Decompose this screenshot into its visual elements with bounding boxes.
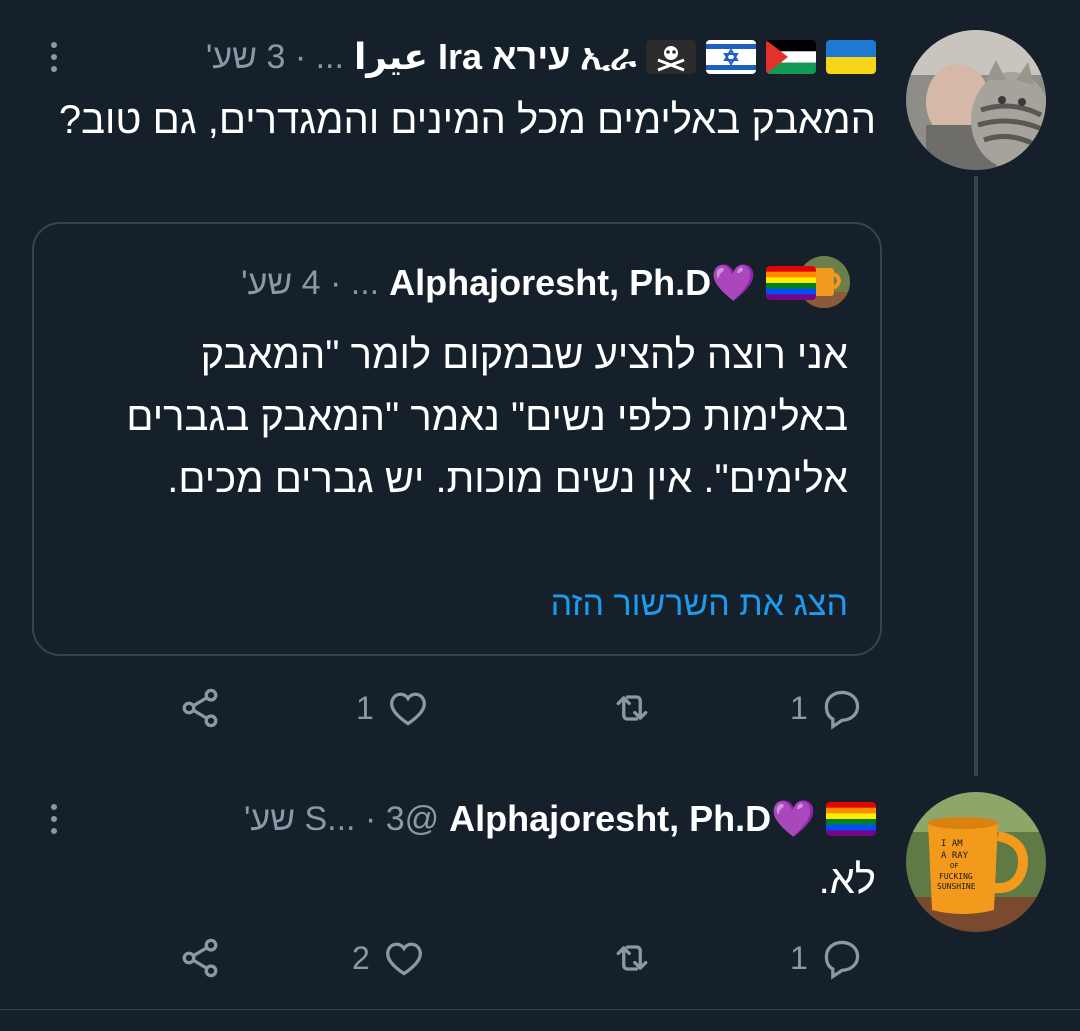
- reply-count: 1: [790, 689, 808, 726]
- svg-text:SUNSHINE: SUNSHINE: [937, 882, 976, 891]
- like-button[interactable]: 2: [352, 928, 426, 988]
- share-button[interactable]: [178, 678, 222, 738]
- retweet-button[interactable]: [610, 928, 666, 988]
- rainbow-flag-icon: [826, 802, 876, 836]
- share-button[interactable]: [178, 928, 222, 988]
- retweet-icon: [616, 945, 648, 971]
- tweet-timestamp[interactable]: @S... · 3 שע': [244, 800, 439, 839]
- quoted-tweet[interactable]: Alphajoresht, Ph.D💜 ... · 4 שע' אני רוצה…: [32, 222, 882, 656]
- share-icon: [182, 688, 218, 728]
- reply-icon: [824, 940, 860, 980]
- show-thread-link[interactable]: הצג את השרשור הזה: [68, 576, 848, 632]
- quoted-header: Alphajoresht, Ph.D💜 ... · 4 שע': [241, 258, 816, 308]
- palestine-flag-icon: [766, 40, 816, 74]
- retweet-icon: [616, 695, 648, 721]
- tweet-actions: 1 1: [0, 678, 1080, 738]
- reply-button[interactable]: 1: [790, 928, 864, 988]
- tweet[interactable]: عيرا Ira עירא ኢራ ... · 3 שע' המאבק באלימ…: [0, 0, 1080, 776]
- more-options-icon[interactable]: [44, 794, 64, 844]
- tweet-text: המאבק באלימים מכל המינים והמגדרים, גם טו…: [58, 98, 876, 142]
- quoted-text: אני רוצה להציע שבמקום לומר "המאבק באלימו…: [126, 333, 848, 501]
- avatar-photo-icon: [906, 30, 1046, 170]
- tweet-header: عيرا Ira עירא ኢራ ... · 3 שע': [206, 32, 876, 82]
- svg-text:A RAY: A RAY: [941, 851, 969, 861]
- avatar[interactable]: I AM A RAY OF FUCKING SUNSHINE: [906, 792, 1046, 932]
- tweet-text: לא.: [818, 858, 876, 902]
- mug-text: I AM: [941, 839, 963, 849]
- mug-photo-icon: I AM A RAY OF FUCKING SUNSHINE: [906, 792, 1046, 932]
- like-count: 1: [356, 689, 374, 726]
- heart-icon: [389, 692, 426, 726]
- heart-icon: [385, 942, 422, 976]
- svg-text:OF: OF: [950, 862, 958, 870]
- quoted-author-name[interactable]: Alphajoresht, Ph.D💜: [389, 262, 756, 304]
- pirate-flag-icon: [646, 40, 696, 74]
- like-count: 2: [352, 939, 370, 976]
- tweet[interactable]: I AM A RAY OF FUCKING SUNSHINE Alphajore…: [0, 770, 1080, 1010]
- israel-flag-icon: [706, 40, 756, 74]
- ukraine-flag-icon: [826, 40, 876, 74]
- share-icon: [182, 938, 218, 978]
- avatar[interactable]: [906, 30, 1046, 170]
- more-options-icon[interactable]: [44, 32, 64, 82]
- author-name[interactable]: عيرا Ira עירא ኢራ: [354, 36, 636, 79]
- rainbow-flag-icon: [766, 266, 816, 300]
- retweet-button[interactable]: [610, 678, 666, 738]
- divider: [0, 1009, 1080, 1010]
- tweet-actions: 1 2: [0, 928, 1080, 988]
- reply-count: 1: [790, 939, 808, 976]
- tweet-timestamp[interactable]: ... · 3 שע': [206, 38, 344, 77]
- like-button[interactable]: 1: [356, 678, 430, 738]
- svg-text:FUCKING: FUCKING: [939, 872, 973, 881]
- reply-button[interactable]: 1: [790, 678, 864, 738]
- reply-icon: [824, 690, 860, 730]
- author-name[interactable]: Alphajoresht, Ph.D💜: [449, 798, 816, 840]
- tweet-header: Alphajoresht, Ph.D💜 @S... · 3 שע': [244, 794, 876, 844]
- quoted-timestamp[interactable]: ... · 4 שע': [241, 264, 379, 303]
